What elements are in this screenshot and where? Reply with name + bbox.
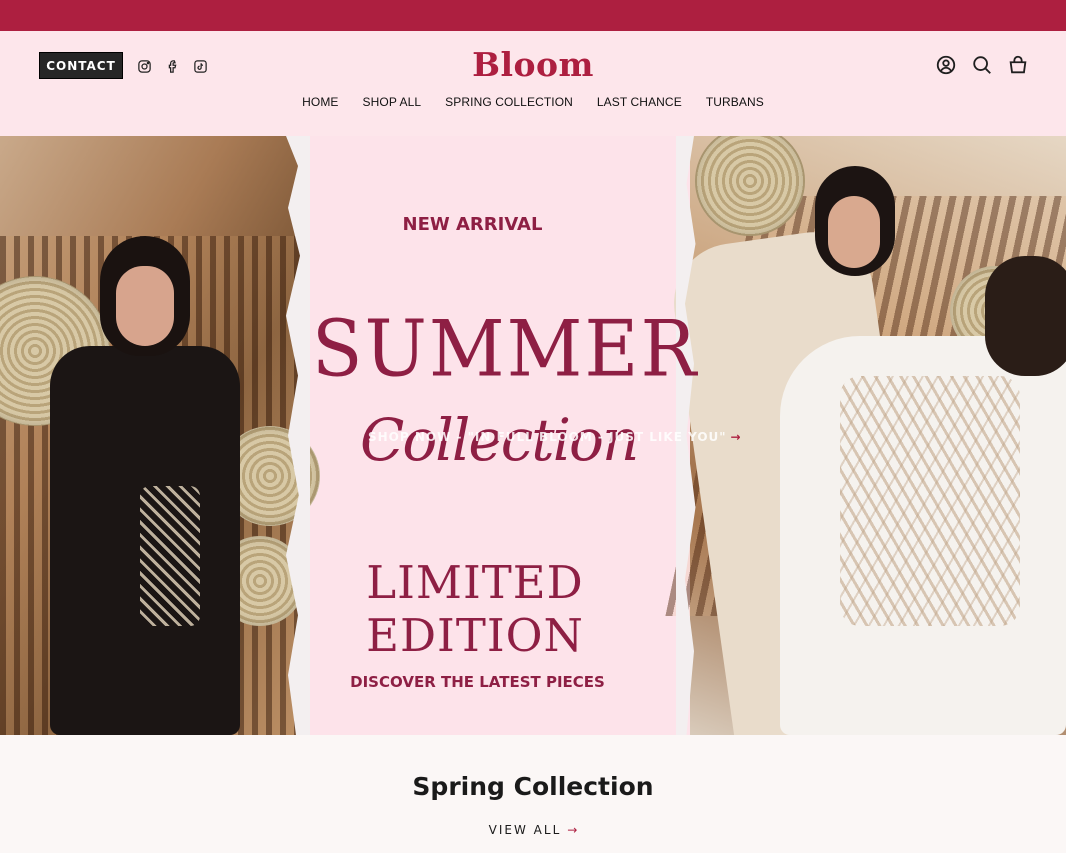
hero-headline: SUMMER — [311, 303, 699, 395]
nav-turbans[interactable]: TURBANS — [706, 95, 764, 109]
hero-photo-left — [0, 136, 320, 735]
hero-eyebrow: NEW ARRIVAL — [402, 214, 543, 235]
model-face — [828, 196, 880, 268]
nav-spring-collection[interactable]: SPRING COLLECTION — [445, 95, 573, 109]
nav-last-chance[interactable]: LAST CHANCE — [597, 95, 682, 109]
announcement-bar — [0, 0, 1066, 31]
main-nav: HOME SHOP ALL SPRING COLLECTION LAST CHA… — [0, 95, 1066, 109]
model-hair — [985, 256, 1066, 376]
view-all-link[interactable]: VIEW ALL → — [0, 823, 1066, 837]
hero-banner[interactable]: NEW ARRIVAL SUMMER Collection LIMITED ED… — [0, 136, 1066, 735]
model-white-outfit — [780, 336, 1066, 735]
nav-home[interactable]: HOME — [302, 95, 338, 109]
nav-shop-all[interactable]: SHOP ALL — [363, 95, 422, 109]
arrow-right-icon: → — [730, 430, 742, 444]
account-icon[interactable] — [935, 54, 957, 76]
arrow-right-icon: → — [567, 823, 578, 837]
site-logo[interactable]: Bloom — [0, 45, 1066, 84]
view-all-label: VIEW ALL — [488, 823, 562, 837]
model-dark-outfit — [40, 226, 250, 735]
section-title: Spring Collection — [412, 772, 654, 801]
shop-now-label: SHOP NOW - "IN FULL BLOOM - JUST LIKE YO… — [368, 430, 727, 444]
hero-tagline: DISCOVER THE LATEST PIECES — [350, 673, 605, 691]
hero-subheadline: LIMITED EDITION — [366, 556, 584, 662]
site-header: CONTACT Bloom HOME SHOP ALL SPRING COLLE… — [0, 31, 1066, 136]
cart-icon[interactable] — [1007, 54, 1029, 76]
search-icon[interactable] — [971, 54, 993, 76]
shop-now-link[interactable]: SHOP NOW - "IN FULL BLOOM - JUST LIKE YO… — [368, 430, 742, 444]
